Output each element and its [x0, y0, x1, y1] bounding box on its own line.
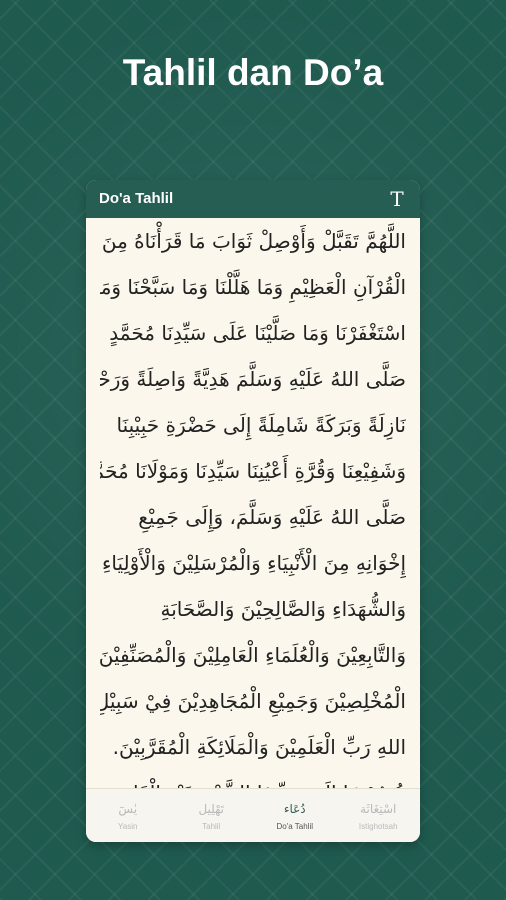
prayer-line: اللَّهُمَّ تَقَبَّلْ وَأَوْصِلْ ثَوَابَ …: [101, 229, 406, 253]
prayer-line: وَالشُّهَدَاءِ وَالصَّالِحِيْنَ وَالصَّح…: [160, 597, 407, 621]
prayer-line: الْمُخْلِصِيْنَ وَجَمِيْعِ الْمُجَاهِدِي…: [100, 689, 406, 713]
prayer-line: إِخْوَانِهِ مِنَ الْأَنْبِيَاءِ وَالْمُر…: [101, 551, 406, 575]
prayer-line: وَالتَّابِعِيْنَ وَالْعُلَمَاءِ الْعَامِ…: [100, 643, 406, 667]
prayer-line: صَلَّى اللهُ عَلَيْهِ وَسَلَّمَ، وَإِلَى…: [138, 505, 406, 529]
bottom-navigation: يٰسٓ Yasin تَهْلِيل Tahlil دُعَاء Do'a T…: [86, 788, 420, 842]
nav-tab-yasin[interactable]: يٰسٓ Yasin: [86, 789, 170, 842]
istighotsah-icon: اسْتِغَاثَة: [360, 802, 397, 816]
prayer-line: خُصُوْصًا إِلَى سَيِّدِنَا الشَّيْخِ عَب…: [100, 770, 406, 788]
nav-tab-label: Yasin: [118, 822, 138, 831]
app-bar: Do'a Tahlil T: [86, 180, 420, 218]
prayer-line: الْقُرْآنِ الْعَظِيْمِ وَمَا هَلَّلْنَا …: [100, 275, 406, 299]
prayer-content[interactable]: اللَّهُمَّ تَقَبَّلْ وَأَوْصِلْ ثَوَابَ …: [86, 218, 420, 788]
nav-tab-label: Istighotsah: [358, 822, 398, 831]
prayer-line: وَشَفِيْعِنَا وَقُرَّةِ أَعْيُنِنَا سَيِ…: [100, 459, 406, 483]
nav-tab-doa-tahlil[interactable]: دُعَاء Do'a Tahlil: [253, 789, 337, 842]
prayer-line: اللهِ رَبِّ الْعَلَمِيْنَ وَالْمَلَائِكَ…: [112, 735, 406, 759]
page-title: Do'a Tahlil: [99, 190, 174, 207]
promo-headline: Tahlil dan Do’a: [122, 52, 384, 93]
nav-tab-tahlil[interactable]: تَهْلِيل Tahlil: [170, 789, 254, 842]
nav-tab-label: Tahlil: [202, 822, 221, 831]
phone-screen: Do'a Tahlil T اللَّهُمَّ تَقَبَّلْ وَأَو…: [86, 180, 420, 842]
prayer-line: نَازِلَةً وَبَرَكَةً شَامِلَةً إِلَى حَض…: [116, 413, 406, 437]
nav-tab-label: Do'a Tahlil: [276, 822, 313, 831]
tahlil-icon: تَهْلِيل: [198, 802, 225, 816]
prayer-line: صَلَّى اللهُ عَلَيْهِ وَسَلَّمَ هَدِيَّة…: [100, 367, 406, 391]
nav-tab-istighotsah[interactable]: اسْتِغَاثَة Istighotsah: [337, 789, 421, 842]
doa-icon: دُعَاء: [283, 802, 306, 816]
yasin-icon: يٰسٓ: [118, 802, 138, 816]
prayer-line: اسْتَغْفَرْنَا وَمَا صَلَّيْنَا عَلَى سَ…: [109, 321, 406, 345]
text-size-icon[interactable]: T: [384, 186, 410, 212]
